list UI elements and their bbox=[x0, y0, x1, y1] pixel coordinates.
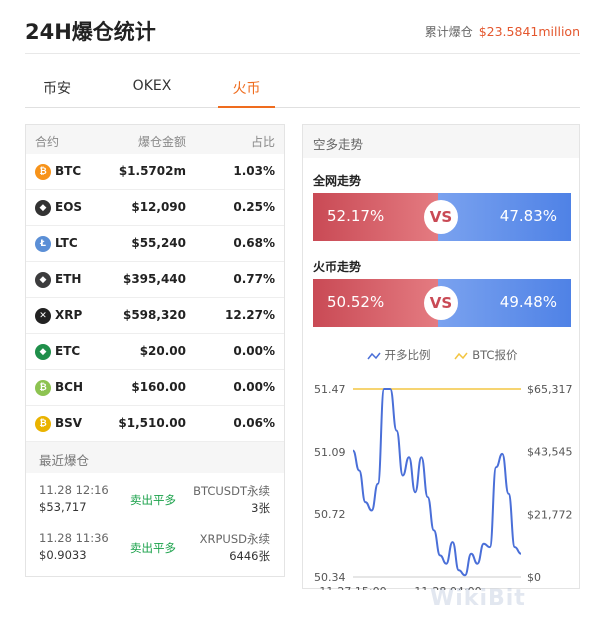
liquidation-table-panel: 合约 爆仓金额 占比 ₿ BTC $1.5702m 1.03% ◆ EOS $12,090 0… bbox=[25, 124, 285, 577]
liquidation-ratio: 0.25% bbox=[233, 200, 275, 214]
tab-okex[interactable]: OKEX bbox=[129, 78, 175, 108]
col-amount: 爆仓金额 bbox=[137, 135, 186, 149]
vs-badge: VS bbox=[424, 286, 458, 320]
right-axis-tick: $43,545 bbox=[527, 446, 573, 459]
liquidation-ratio: 1.03% bbox=[233, 164, 275, 178]
coin-name: BCH bbox=[55, 380, 83, 394]
coin-name: ETC bbox=[55, 344, 81, 358]
col-contract: 合约 bbox=[35, 135, 60, 149]
liquidation-amount: $12,090 bbox=[131, 200, 186, 214]
vs-badge: VS bbox=[424, 200, 458, 234]
table-row[interactable]: ◆ ETC $20.00 0.00% bbox=[26, 334, 284, 370]
bitcoin-sv-icon: ₿ bbox=[35, 416, 51, 432]
line-marker-icon bbox=[366, 352, 381, 359]
coin-name: XRP bbox=[55, 308, 83, 322]
eos-icon: ◆ bbox=[35, 200, 51, 216]
liquidation-price: $53,717 bbox=[39, 500, 87, 514]
bitcoin-icon: ₿ bbox=[35, 164, 51, 180]
legend-long-ratio[interactable]: 开多比例 bbox=[366, 348, 435, 362]
table-row[interactable]: ◆ EOS $12,090 0.25% bbox=[26, 190, 284, 226]
liquidation-ratio: 0.00% bbox=[233, 344, 275, 358]
col-ratio: 占比 bbox=[250, 135, 275, 149]
liquidation-amount: $1.5702m bbox=[118, 164, 186, 178]
liquidation-action: 卖出平多 bbox=[130, 493, 176, 507]
coin-name: BSV bbox=[55, 416, 83, 430]
list-item: 11.28 12:16 $53,717 卖出平多 BTCUSDT永续 3张 bbox=[26, 473, 284, 521]
coin-name: ETH bbox=[55, 272, 82, 286]
liquidation-action: 卖出平多 bbox=[130, 541, 176, 555]
left-axis-tick: 50.72 bbox=[314, 508, 346, 521]
liquidation-amount: $598,320 bbox=[122, 308, 186, 322]
liquidation-ratio: 0.68% bbox=[233, 236, 275, 250]
liquidation-quantity: 6446张 bbox=[229, 549, 270, 563]
liquidation-amount: $160.00 bbox=[131, 380, 186, 394]
table-row[interactable]: Ł LTC $55,240 0.68% bbox=[26, 226, 284, 262]
trend-panel: 空多走势 全网走势 52.17% 47.83% VS 火币走势 50.52% 4… bbox=[302, 124, 581, 590]
table-row[interactable]: ₿ BTC $1.5702m 1.03% bbox=[26, 154, 284, 190]
recent-liquidations-title: 最近爆仓 bbox=[26, 442, 284, 473]
right-axis-tick: $0 bbox=[527, 571, 541, 584]
left-axis-tick: 50.34 bbox=[314, 571, 346, 584]
liquidation-pair: XRPUSD永续 bbox=[199, 532, 270, 546]
long-ratio-chart: 51.47 51.09 50.72 50.34 $65,317 $43,545 $21,77… bbox=[314, 383, 573, 590]
table-header: 合约 爆仓金额 占比 bbox=[26, 125, 284, 154]
litecoin-icon: Ł bbox=[35, 236, 51, 252]
network-long-ratio: 52.17% bbox=[313, 193, 438, 241]
x-axis-tick: 11-27 15:00 bbox=[319, 585, 386, 590]
ethereum-classic-icon: ◆ bbox=[35, 344, 51, 360]
table-row[interactable]: ◆ ETH $395,440 0.77% bbox=[26, 262, 284, 298]
liquidation-amount: $1,510.00 bbox=[118, 416, 186, 430]
xrp-icon: ✕ bbox=[35, 308, 51, 324]
liquidation-ratio: 0.06% bbox=[233, 416, 275, 430]
left-axis-tick: 51.47 bbox=[314, 383, 346, 396]
coin-name: BTC bbox=[55, 164, 82, 178]
table-body: ₿ BTC $1.5702m 1.03% ◆ EOS $12,090 0.25% Ł LTC $55… bbox=[26, 154, 284, 442]
exchange-tabs: 币安 OKEX 火币 bbox=[25, 68, 580, 108]
table-row[interactable]: ✕ XRP $598,320 12.27% bbox=[26, 298, 284, 334]
total-value: $23.5841million bbox=[478, 24, 580, 39]
liquidation-pair: BTCUSDT永续 bbox=[193, 484, 270, 498]
coin-name: EOS bbox=[55, 200, 83, 214]
liquidation-ratio: 12.27% bbox=[225, 308, 275, 322]
liquidation-quantity: 3张 bbox=[251, 501, 270, 515]
list-item: 11.28 11:36 $0.9033 卖出平多 XRPUSD永续 6446张 bbox=[26, 521, 284, 569]
page-header: 24H爆仓统计 累计爆仓 $23.5841million bbox=[25, 14, 580, 54]
right-axis-tick: $65,317 bbox=[527, 383, 573, 396]
table-row[interactable]: ₿ BSV $1,510.00 0.06% bbox=[26, 406, 284, 442]
legend-btc-price[interactable]: BTC报价 bbox=[454, 348, 517, 362]
chart-legend: 开多比例 BTC报价 bbox=[303, 347, 581, 363]
right-axis-tick: $21,772 bbox=[527, 508, 573, 521]
left-axis-tick: 51.09 bbox=[314, 446, 346, 459]
tab-binance[interactable]: 币安 bbox=[41, 78, 73, 108]
bitcoin-cash-icon: ₿ bbox=[35, 380, 51, 396]
liquidation-price: $0.9033 bbox=[39, 548, 87, 562]
recent-liquidations-list: 11.28 12:16 $53,717 卖出平多 BTCUSDT永续 3张 11.28 1… bbox=[26, 473, 284, 569]
table-row[interactable]: ₿ BCH $160.00 0.00% bbox=[26, 370, 284, 406]
trend-title: 空多走势 bbox=[303, 125, 579, 158]
liquidation-ratio: 0.77% bbox=[233, 272, 275, 286]
huobi-long-ratio: 50.52% bbox=[313, 279, 438, 327]
wikibit-watermark: WikiBit bbox=[430, 586, 526, 611]
huobi-vs-bar: 50.52% 49.48% VS bbox=[313, 279, 571, 327]
network-vs-bar: 52.17% 47.83% VS bbox=[313, 193, 571, 241]
liquidation-time: 11.28 12:16 bbox=[39, 483, 109, 497]
long-ratio-line bbox=[352, 388, 522, 577]
coin-name: LTC bbox=[55, 236, 78, 250]
legend-btc-price-label: BTC报价 bbox=[472, 348, 518, 362]
liquidation-ratio: 0.00% bbox=[233, 380, 275, 394]
liquidation-amount: $395,440 bbox=[122, 272, 186, 286]
liquidation-amount: $20.00 bbox=[139, 344, 186, 358]
huobi-trend-label: 火币走势 bbox=[313, 260, 362, 274]
liquidation-time: 11.28 11:36 bbox=[39, 531, 109, 545]
line-marker-icon bbox=[454, 352, 468, 359]
total-liquidation: 累计爆仓 $23.5841million bbox=[425, 23, 580, 40]
legend-long-ratio-label: 开多比例 bbox=[384, 348, 431, 362]
tab-huobi[interactable]: 火币 bbox=[218, 78, 275, 108]
network-trend-label: 全网走势 bbox=[313, 174, 362, 188]
ethereum-icon: ◆ bbox=[35, 272, 51, 288]
page-title: 24H爆仓统计 bbox=[25, 20, 156, 44]
total-label: 累计爆仓 bbox=[424, 25, 473, 39]
liquidation-amount: $55,240 bbox=[131, 236, 186, 250]
